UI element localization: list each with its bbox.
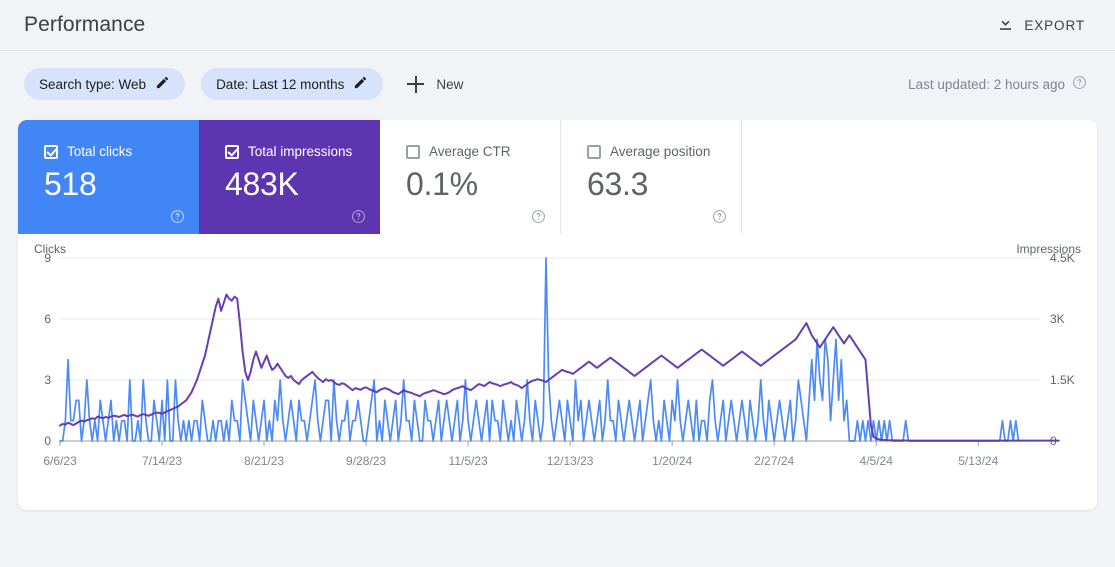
metric-header-average-ctr: Average CTR (406, 144, 560, 159)
help-circle-icon[interactable] (1072, 75, 1087, 93)
performance-panel: Total clicks 518 Total impressions 483K … (18, 120, 1097, 510)
metric-value-total-clicks: 518 (44, 166, 97, 202)
new-filter-label: New (436, 76, 464, 92)
metric-header-total-impressions: Total impressions (225, 144, 380, 159)
new-filter-button[interactable]: New (399, 68, 471, 100)
export-button[interactable]: EXPORT (994, 10, 1087, 40)
svg-text:4/5/24: 4/5/24 (860, 454, 894, 468)
export-label: EXPORT (1024, 17, 1085, 33)
pencil-icon[interactable] (353, 75, 368, 93)
help-circle-icon[interactable] (170, 209, 185, 224)
chart-svg: 9 4.5K6 3K3 1.5K0 06/6/23 7/14/23 8/21/23 9/28/… (43, 251, 1075, 468)
metric-cards: Total clicks 518 Total impressions 483K … (18, 120, 1097, 234)
metric-value-average-ctr: 0.1% (406, 166, 478, 202)
metric-card-total-impressions[interactable]: Total impressions 483K (199, 120, 380, 234)
svg-text:1/20/24: 1/20/24 (652, 454, 692, 468)
metric-label-total-impressions: Total impressions (248, 144, 353, 159)
metric-label-average-ctr: Average CTR (429, 144, 511, 159)
metric-header-total-clicks: Total clicks (44, 144, 199, 159)
svg-text:7/14/23: 7/14/23 (142, 454, 182, 468)
svg-text:6: 6 (44, 312, 51, 326)
svg-text:2/27/24: 2/27/24 (754, 454, 794, 468)
checkbox-total-clicks[interactable] (44, 144, 58, 159)
y-axis-title-impressions: Impressions (1016, 242, 1081, 256)
plus-icon (407, 75, 425, 93)
svg-text:11/5/23: 11/5/23 (449, 454, 488, 468)
chip-label-search-type: Search type: Web (39, 76, 147, 92)
chip-label-date: Date: Last 12 months (216, 76, 345, 92)
svg-text:0: 0 (44, 434, 51, 448)
help-circle-icon[interactable] (351, 209, 366, 224)
svg-text:3K: 3K (1050, 312, 1065, 326)
download-icon (996, 14, 1015, 36)
svg-text:1.5K: 1.5K (1050, 373, 1075, 387)
metric-card-total-clicks[interactable]: Total clicks 518 (18, 120, 199, 234)
checkbox-average-position[interactable] (587, 144, 601, 159)
page-header: Performance EXPORT (0, 0, 1115, 50)
filter-bar: Search type: Web Date: Last 12 months Ne… (0, 51, 1115, 117)
metric-value-total-impressions: 483K (225, 166, 299, 202)
checkbox-total-impressions[interactable] (225, 144, 239, 159)
filter-chip-date[interactable]: Date: Last 12 months (201, 68, 384, 100)
metric-card-average-position[interactable]: Average position 63.3 (561, 120, 742, 234)
filter-chip-search-type[interactable]: Search type: Web (24, 68, 186, 100)
header-actions: EXPORT (994, 10, 1091, 40)
last-updated-label: Last updated: 2 hours ago (908, 76, 1065, 92)
metric-label-average-position: Average position (610, 144, 711, 159)
svg-text:9/28/23: 9/28/23 (346, 454, 386, 468)
page-title: Performance (24, 13, 146, 36)
metric-value-average-position: 63.3 (587, 166, 649, 202)
metric-card-average-ctr[interactable]: Average CTR 0.1% (380, 120, 561, 234)
last-updated: Last updated: 2 hours ago (908, 75, 1091, 93)
help-circle-icon[interactable] (712, 209, 727, 224)
checkbox-average-ctr[interactable] (406, 144, 420, 159)
svg-text:12/13/23: 12/13/23 (547, 454, 594, 468)
help-circle-icon[interactable] (531, 209, 546, 224)
svg-text:5/13/24: 5/13/24 (958, 454, 998, 468)
metric-label-total-clicks: Total clicks (67, 144, 133, 159)
pencil-icon[interactable] (155, 75, 170, 93)
svg-text:6/6/23: 6/6/23 (43, 454, 77, 468)
metric-header-average-position: Average position (587, 144, 741, 159)
svg-text:8/21/23: 8/21/23 (244, 454, 284, 468)
svg-text:3: 3 (44, 373, 51, 387)
performance-chart[interactable]: Clicks Impressions 9 4.5K 6 3K 3 1.5K 0 0 6/6/23… (18, 234, 1097, 510)
metric-cards-filler (742, 120, 1097, 234)
y-axis-title-clicks: Clicks (34, 242, 66, 256)
